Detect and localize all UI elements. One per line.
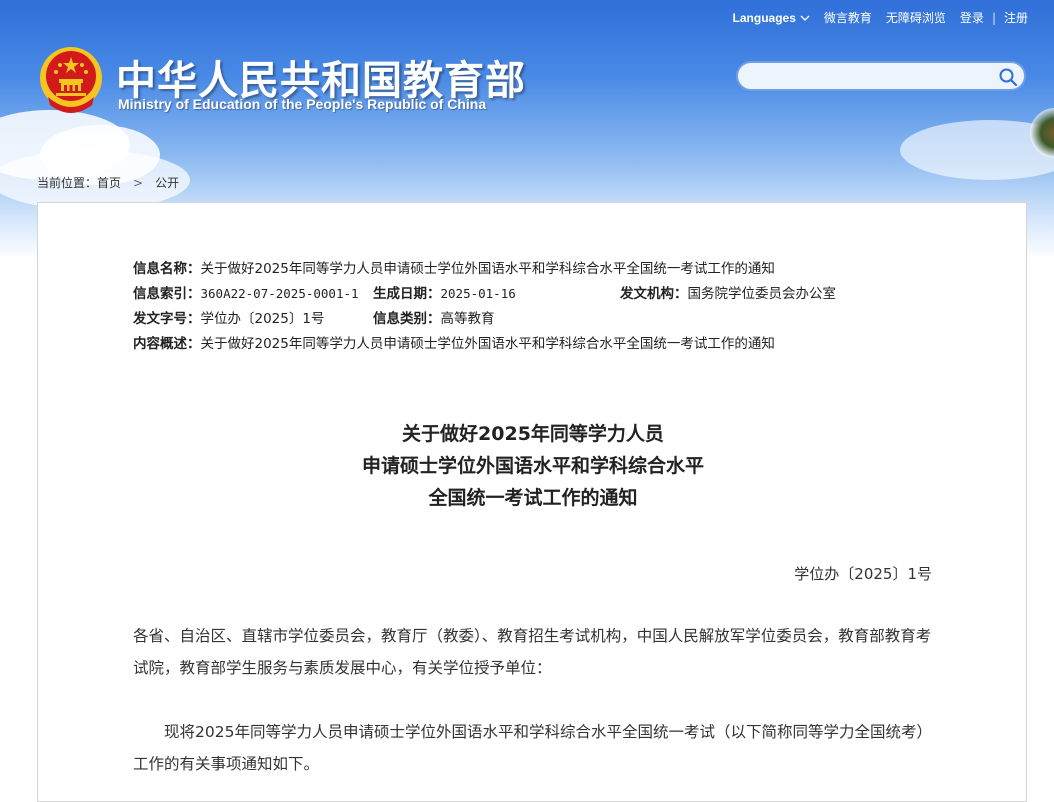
- info-category-value: 高等教育: [440, 311, 495, 327]
- info-docno-row: 发文字号：学位办〔2025〕1号: [133, 307, 324, 327]
- article-doc-number: 学位办〔2025〕1号: [794, 565, 932, 583]
- national-emblem-icon[interactable]: [38, 45, 104, 115]
- info-name-label: 信息名称：: [133, 261, 201, 277]
- info-name-value: 关于做好2025年同等学力人员申请硕士学位外国语水平和学科综合水平全国统一考试工…: [200, 261, 775, 277]
- info-docno-value: 学位办〔2025〕1号: [200, 311, 325, 327]
- info-docno-label: 发文字号：: [133, 311, 201, 327]
- register-link[interactable]: 注册: [1004, 9, 1028, 26]
- languages-label: Languages: [732, 10, 796, 25]
- info-category-label: 信息类别：: [373, 311, 441, 327]
- weiyan-link[interactable]: 微言教育: [824, 9, 872, 26]
- search-icon[interactable]: [998, 67, 1018, 87]
- article-recipients: 各省、自治区、直辖市学位委员会，教育厅（教委）、教育招生考试机构，中国人民解放军…: [133, 627, 932, 677]
- accessible-browse-link[interactable]: 无障碍浏览: [886, 9, 946, 26]
- content-panel: 信息名称：关于做好2025年同等学力人员申请硕士学位外国语水平和学科综合水平全国…: [37, 202, 1027, 802]
- info-date-value: 2025-01-16: [440, 286, 516, 301]
- article-title-line-2: 申请硕士学位外国语水平和学科综合水平: [361, 455, 704, 477]
- top-navigation: Languages 微言教育 无障碍浏览 登录 | 注册: [719, 9, 1028, 26]
- info-index-value: 360A22-07-2025-0001-1: [200, 286, 359, 301]
- info-index-row: 信息索引：360A22-07-2025-0001-1: [133, 282, 359, 302]
- info-date-label: 生成日期：: [373, 286, 441, 302]
- info-date-row: 生成日期：2025-01-16: [373, 282, 516, 302]
- info-issuer-row: 发文机构：国务院学位委员会办公室: [620, 282, 836, 302]
- article-intro: 现将2025年同等学力人员申请硕士学位外国语水平和学科综合水平全国统一考试（以下…: [133, 723, 932, 773]
- breadcrumb-separator: >: [133, 175, 144, 190]
- info-issuer-label: 发文机构：: [620, 286, 688, 302]
- search-box: [736, 61, 1026, 91]
- article-title-line-1: 关于做好2025年同等学力人员: [402, 423, 664, 445]
- article-title-line-3: 全国统一考试工作的通知: [428, 487, 638, 509]
- breadcrumb-current[interactable]: 公开: [155, 174, 179, 191]
- info-name-row: 信息名称：关于做好2025年同等学力人员申请硕士学位外国语水平和学科综合水平全国…: [133, 257, 775, 277]
- nav-divider: |: [991, 10, 996, 25]
- info-issuer-value: 国务院学位委员会办公室: [687, 286, 837, 302]
- search-input[interactable]: [748, 66, 992, 88]
- login-link[interactable]: 登录: [960, 9, 984, 26]
- info-summary-row: 内容概述：关于做好2025年同等学力人员申请硕士学位外国语水平和学科综合水平全国…: [133, 332, 775, 352]
- info-summary-label: 内容概述：: [133, 336, 201, 352]
- languages-menu[interactable]: Languages: [733, 11, 810, 25]
- info-summary-value: 关于做好2025年同等学力人员申请硕士学位外国语水平和学科综合水平全国统一考试工…: [200, 336, 775, 352]
- chevron-down-icon: [800, 15, 810, 21]
- info-index-label: 信息索引：: [133, 286, 201, 302]
- breadcrumb: 当前位置： 首页 > 公开: [37, 174, 179, 191]
- breadcrumb-prefix: 当前位置：: [37, 176, 98, 190]
- info-category-row: 信息类别：高等教育: [373, 307, 495, 327]
- site-title-en: Ministry of Education of the People's Re…: [118, 96, 487, 112]
- breadcrumb-home[interactable]: 首页: [97, 174, 121, 191]
